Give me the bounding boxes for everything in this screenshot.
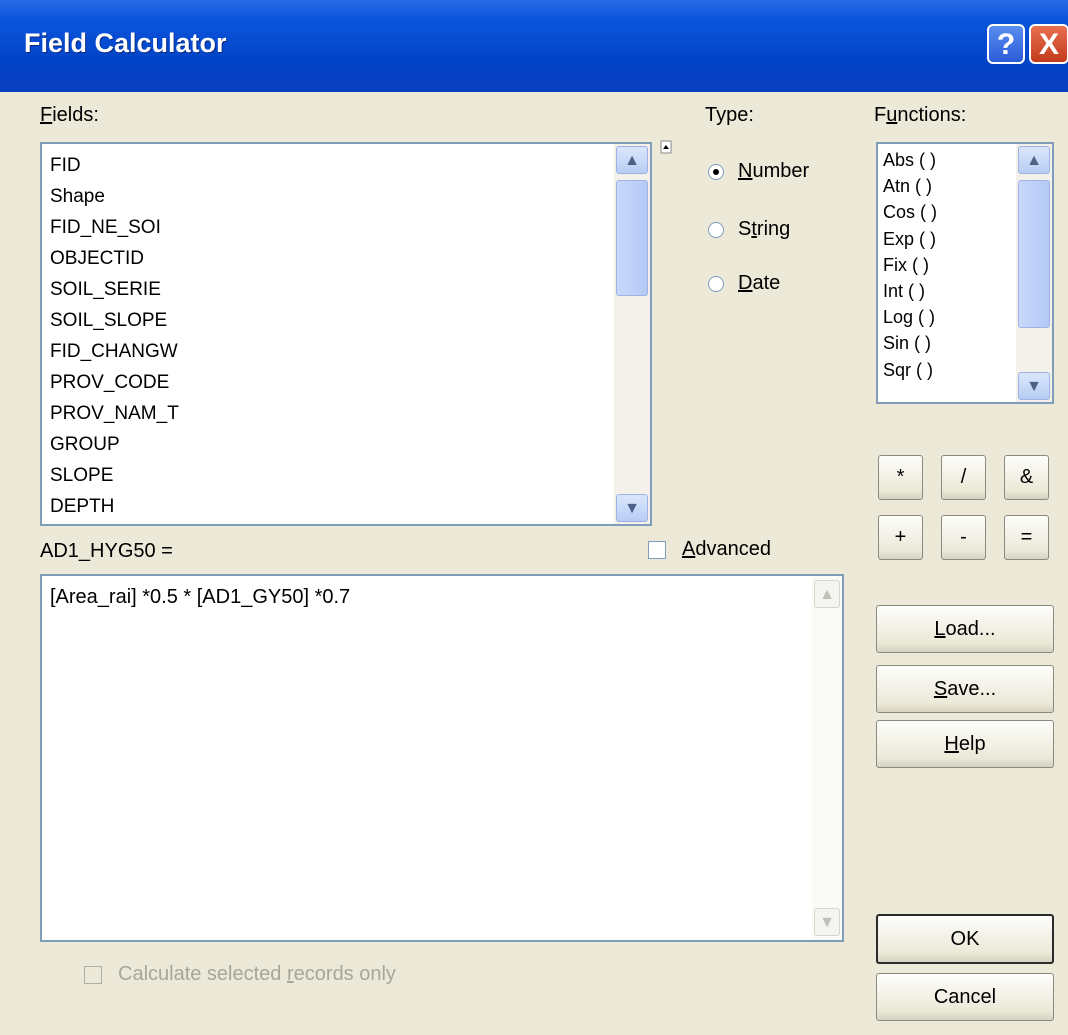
concatenate-button[interactable]: & [1004,455,1049,500]
type-radio-label[interactable]: Number [738,160,809,183]
functions-scrollbar[interactable]: ▲ ▼ [1016,144,1052,402]
load-button[interactable]: Load... [876,605,1054,653]
function-list-item[interactable]: Cos ( ) [878,199,1012,225]
type-radio-0[interactable] [708,164,724,180]
fields-scrollbar[interactable]: ▲ ▼ [614,144,650,524]
field-list-item[interactable]: SLOPE [42,460,610,491]
equals-button[interactable]: = [1004,515,1049,560]
field-list-item[interactable]: PROV_NAM_T [42,398,610,429]
scroll-down-icon[interactable]: ▼ [814,908,840,936]
function-list-item[interactable]: Exp ( ) [878,226,1012,252]
fields-list: FID Shape FID_NE_SOI OBJECTID SOIL_SERIE SOIL… [42,150,610,522]
close-button[interactable]: X [1029,24,1068,64]
functions-label: Functions: [874,104,967,126]
type-label: Type: [705,104,754,126]
add-button[interactable]: + [878,515,923,560]
calculate-selected-label: Calculate selected records only [118,963,396,985]
help-title-button[interactable]: ? [987,24,1025,64]
functions-listbox[interactable]: Abs ( ) Atn ( ) Cos ( ) Exp ( ) Fix ( ) Int (… [876,142,1054,404]
function-list-item[interactable]: Fix ( ) [878,252,1012,278]
function-list-item[interactable]: Abs ( ) [878,147,1012,173]
field-list-item[interactable]: DEPTH [42,491,610,522]
window-title: Field Calculator [24,28,227,58]
cancel-button[interactable]: Cancel [876,973,1054,1021]
type-radio-2[interactable] [708,276,724,292]
field-list-item[interactable]: GROUP [42,429,610,460]
functions-list: Abs ( ) Atn ( ) Cos ( ) Exp ( ) Fix ( ) Int (… [878,147,1012,383]
scroll-up-icon[interactable]: ▲ [1018,146,1050,174]
function-list-item[interactable]: Int ( ) [878,278,1012,304]
function-list-item[interactable]: Log ( ) [878,304,1012,330]
help-button[interactable]: Help [876,720,1054,768]
scroll-up-icon[interactable]: ▲ [616,146,648,174]
expression-scrollbar[interactable]: ▲ ▼ [812,576,842,940]
divide-button[interactable]: / [941,455,986,500]
help-icon: ? [996,28,1016,61]
field-list-item[interactable]: PROV_CODE [42,367,610,398]
function-list-item[interactable]: Atn ( ) [878,173,1012,199]
expression-textbox[interactable]: [Area_rai] *0.5 * [AD1_GY50] *0.7 ▲ ▼ [40,574,844,942]
field-list-item[interactable]: OBJECTID [42,243,610,274]
subtract-button[interactable]: - [941,515,986,560]
type-radio-1[interactable] [708,222,724,238]
field-list-item[interactable]: SOIL_SERIE [42,274,610,305]
type-radio-label[interactable]: String [738,218,790,241]
field-list-item[interactable]: SOIL_SLOPE [42,305,610,336]
multiply-button[interactable]: * [878,455,923,500]
close-icon: X [1038,28,1059,61]
field-list-item[interactable]: Shape [42,181,610,212]
scroll-thumb[interactable] [1018,180,1050,328]
expression-text: [Area_rai] *0.5 * [AD1_GY50] *0.7 [50,586,351,608]
advanced-label[interactable]: Advanced [682,538,771,561]
field-properties-marker-icon[interactable] [660,140,672,154]
field-list-item[interactable]: FID_NE_SOI [42,212,610,243]
field-list-item[interactable]: FID_CHANGW [42,336,610,367]
function-list-item[interactable]: Sin ( ) [878,330,1012,356]
fields-label: Fields: [40,104,99,126]
expression-target-label: AD1_HYG50 = [40,540,173,562]
type-radio-label[interactable]: Date [738,272,780,295]
ok-button[interactable]: OK [876,914,1054,964]
field-list-item[interactable]: FID [42,150,610,181]
scroll-down-icon[interactable]: ▼ [1018,372,1050,400]
fields-listbox[interactable]: FID Shape FID_NE_SOI OBJECTID SOIL_SERIE SOIL… [40,142,652,526]
scroll-up-icon[interactable]: ▲ [814,580,840,608]
advanced-checkbox[interactable] [648,541,666,559]
calculate-selected-checkbox[interactable] [84,966,102,984]
function-list-item[interactable]: Sqr ( ) [878,357,1012,383]
scroll-thumb[interactable] [616,180,648,296]
save-button[interactable]: Save... [876,665,1054,713]
scroll-down-icon[interactable]: ▼ [616,494,648,522]
